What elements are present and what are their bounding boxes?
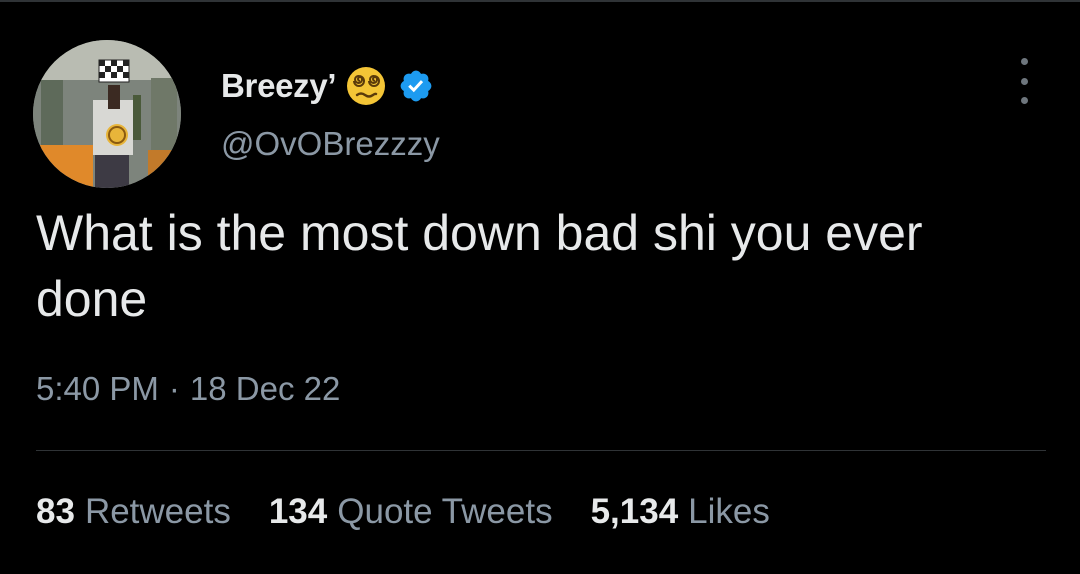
stats-divider [36, 450, 1046, 451]
top-divider [0, 0, 1080, 2]
quote-tweets-label: Quote Tweets [337, 492, 553, 531]
dizzy-face-emoji-icon [347, 67, 386, 105]
more-options-icon [1020, 58, 1028, 65]
author-handle[interactable]: @OvOBrezzzy [221, 125, 440, 163]
engagement-stats: 83 Retweets 134 Quote Tweets 5,134 Likes [36, 492, 770, 532]
tweet-date[interactable]: 18 Dec 22 [190, 370, 340, 408]
retweets-stat[interactable]: 83 Retweets [36, 492, 231, 532]
quote-tweets-stat[interactable]: 134 Quote Tweets [269, 492, 553, 532]
likes-count: 5,134 [590, 492, 679, 531]
retweets-count: 83 [36, 492, 75, 531]
author-name-row[interactable]: Breezy’ [221, 64, 434, 108]
more-options-button[interactable] [1012, 58, 1036, 104]
verified-badge-icon [400, 70, 432, 102]
tweet-timestamp[interactable]: 5:40 PM · 18 Dec 22 [36, 370, 340, 408]
more-options-icon-dot [1020, 97, 1028, 104]
display-name[interactable]: Breezy’ [221, 67, 337, 105]
timestamp-separator: · [168, 370, 180, 407]
more-options-icon-dot [1020, 77, 1028, 85]
retweets-label: Retweets [84, 492, 231, 531]
avatar[interactable] [33, 40, 181, 188]
quote-tweets-count: 134 [268, 492, 328, 531]
likes-stat[interactable]: 5,134 Likes [591, 492, 770, 532]
tweet-time[interactable]: 5:40 PM [36, 370, 159, 408]
avatar-photo [33, 40, 181, 188]
tweet-text: What is the most down bad shi you ever d… [36, 205, 923, 327]
likes-label: Likes [688, 492, 770, 531]
